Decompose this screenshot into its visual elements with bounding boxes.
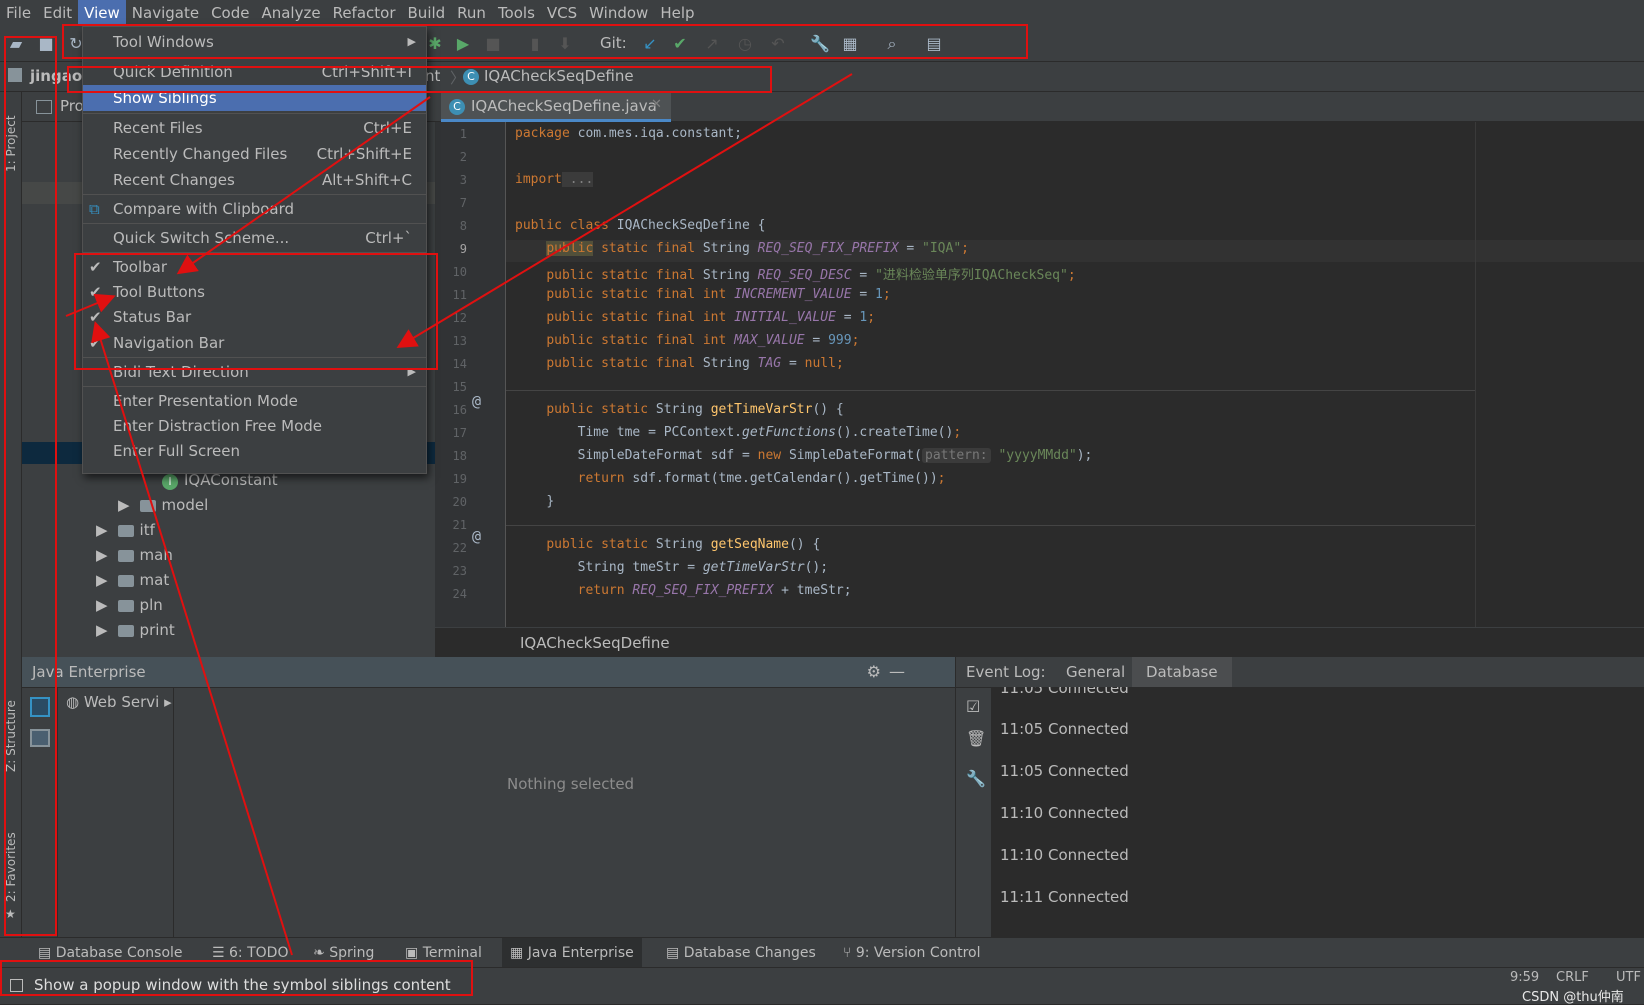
arrow-navbar [396,73,853,349]
arrow-status-bar [91,321,293,956]
arrow-toolbar [176,96,431,275]
annotation-arrows [65,73,853,956]
arrow-tool-buttons [65,293,116,317]
